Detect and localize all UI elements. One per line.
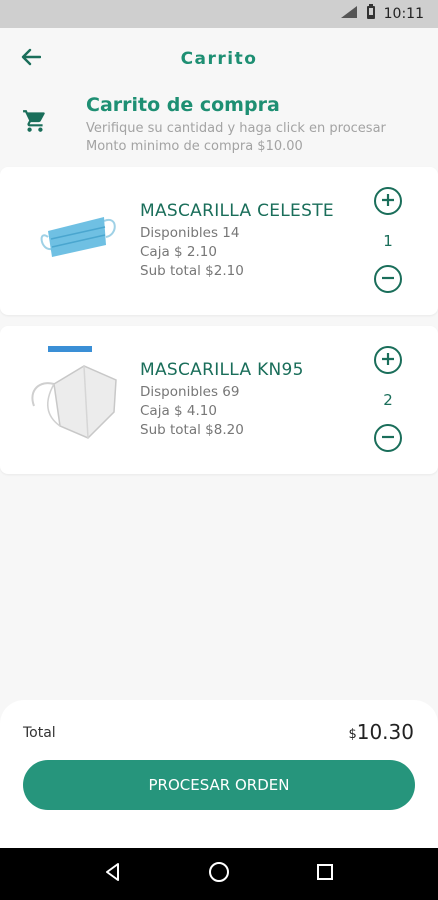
- product-image-blue-mask: [26, 187, 126, 287]
- system-navigation-bar: [0, 848, 438, 900]
- square-recents-icon: [316, 863, 334, 885]
- circle-home-icon: [208, 861, 230, 887]
- cart-item-card: MASCARILLA KN95 Disponibles 69 Caja $ 4.…: [0, 326, 438, 474]
- arrow-left-icon: [21, 48, 42, 70]
- nav-recents-button[interactable]: [305, 854, 345, 894]
- stock-available: Disponibles 14: [140, 225, 240, 241]
- signal-icon: [340, 5, 358, 23]
- process-order-button[interactable]: PROCESAR ORDEN: [23, 760, 415, 810]
- box-price: Caja $ 4.10: [140, 403, 217, 419]
- increase-quantity-button[interactable]: [374, 346, 402, 374]
- triangle-back-icon: [103, 862, 123, 886]
- nav-home-button[interactable]: [199, 854, 239, 894]
- cart-header: Carrito de compra Verifique su cantidad …: [0, 90, 438, 162]
- plus-circle-icon: [381, 192, 395, 211]
- minus-circle-icon: [381, 270, 395, 289]
- total-amount: $10.30: [348, 720, 414, 744]
- item-subtotal: Sub total $2.10: [140, 263, 244, 279]
- quantity-value: 2: [383, 391, 393, 409]
- status-time: 10:11: [383, 6, 424, 22]
- product-name: MASCARILLA CELESTE: [140, 201, 334, 221]
- plus-circle-icon: [381, 351, 395, 370]
- currency-symbol: $: [348, 727, 357, 742]
- battery-icon: [366, 4, 376, 24]
- cart-item-card: MASCARILLA CELESTE Disponibles 14 Caja $…: [0, 167, 438, 315]
- page-title: Carrito: [180, 49, 258, 69]
- decrease-quantity-button[interactable]: [374, 265, 402, 293]
- checkout-panel: Total $10.30 PROCESAR ORDEN: [0, 700, 438, 848]
- cart-title: Carrito de compra: [86, 94, 280, 116]
- stock-available: Disponibles 69: [140, 384, 240, 400]
- app-bar: Carrito: [0, 28, 438, 90]
- back-button[interactable]: [14, 42, 48, 76]
- cart-instructions: Verifique su cantidad y haga click en pr…: [86, 121, 386, 136]
- item-subtotal: Sub total $8.20: [140, 422, 244, 438]
- shopping-cart-icon: [22, 108, 48, 138]
- quantity-value: 1: [383, 232, 393, 250]
- product-image-kn95-mask: [26, 346, 126, 446]
- minus-circle-icon: [381, 429, 395, 448]
- total-label: Total: [23, 725, 56, 741]
- box-price: Caja $ 2.10: [140, 244, 217, 260]
- total-value: 10.30: [356, 720, 414, 744]
- nav-back-button[interactable]: [93, 854, 133, 894]
- minimum-amount-note: Monto minimo de compra $10.00: [86, 139, 303, 154]
- decrease-quantity-button[interactable]: [374, 424, 402, 452]
- product-name: MASCARILLA KN95: [140, 360, 304, 380]
- status-bar: 10:11: [0, 0, 438, 28]
- increase-quantity-button[interactable]: [374, 187, 402, 215]
